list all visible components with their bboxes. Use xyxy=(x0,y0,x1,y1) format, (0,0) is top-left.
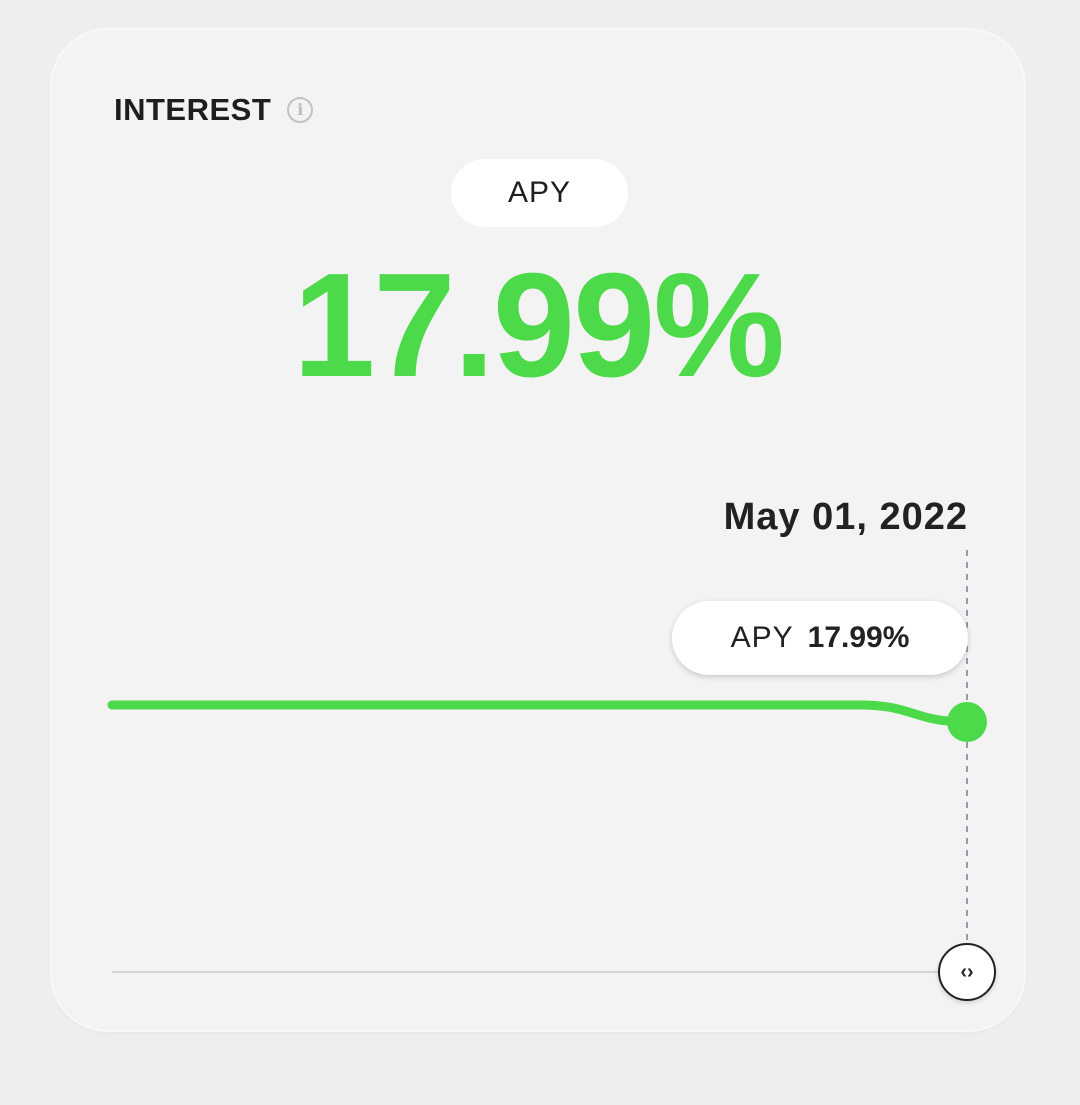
apy-line-chart[interactable] xyxy=(52,30,1024,1030)
selected-data-point xyxy=(947,702,987,742)
tooltip-label: APY xyxy=(730,621,794,654)
apy-series-line xyxy=(107,700,972,727)
chevron-left-right-icon[interactable]: ‹› xyxy=(938,943,996,1001)
value-tooltip: APY 17.99% xyxy=(672,601,968,675)
interest-card: INTEREST i APY 17.99% May 01, 2022 APY 1… xyxy=(52,30,1024,1030)
tooltip-value: 17.99% xyxy=(807,621,910,654)
